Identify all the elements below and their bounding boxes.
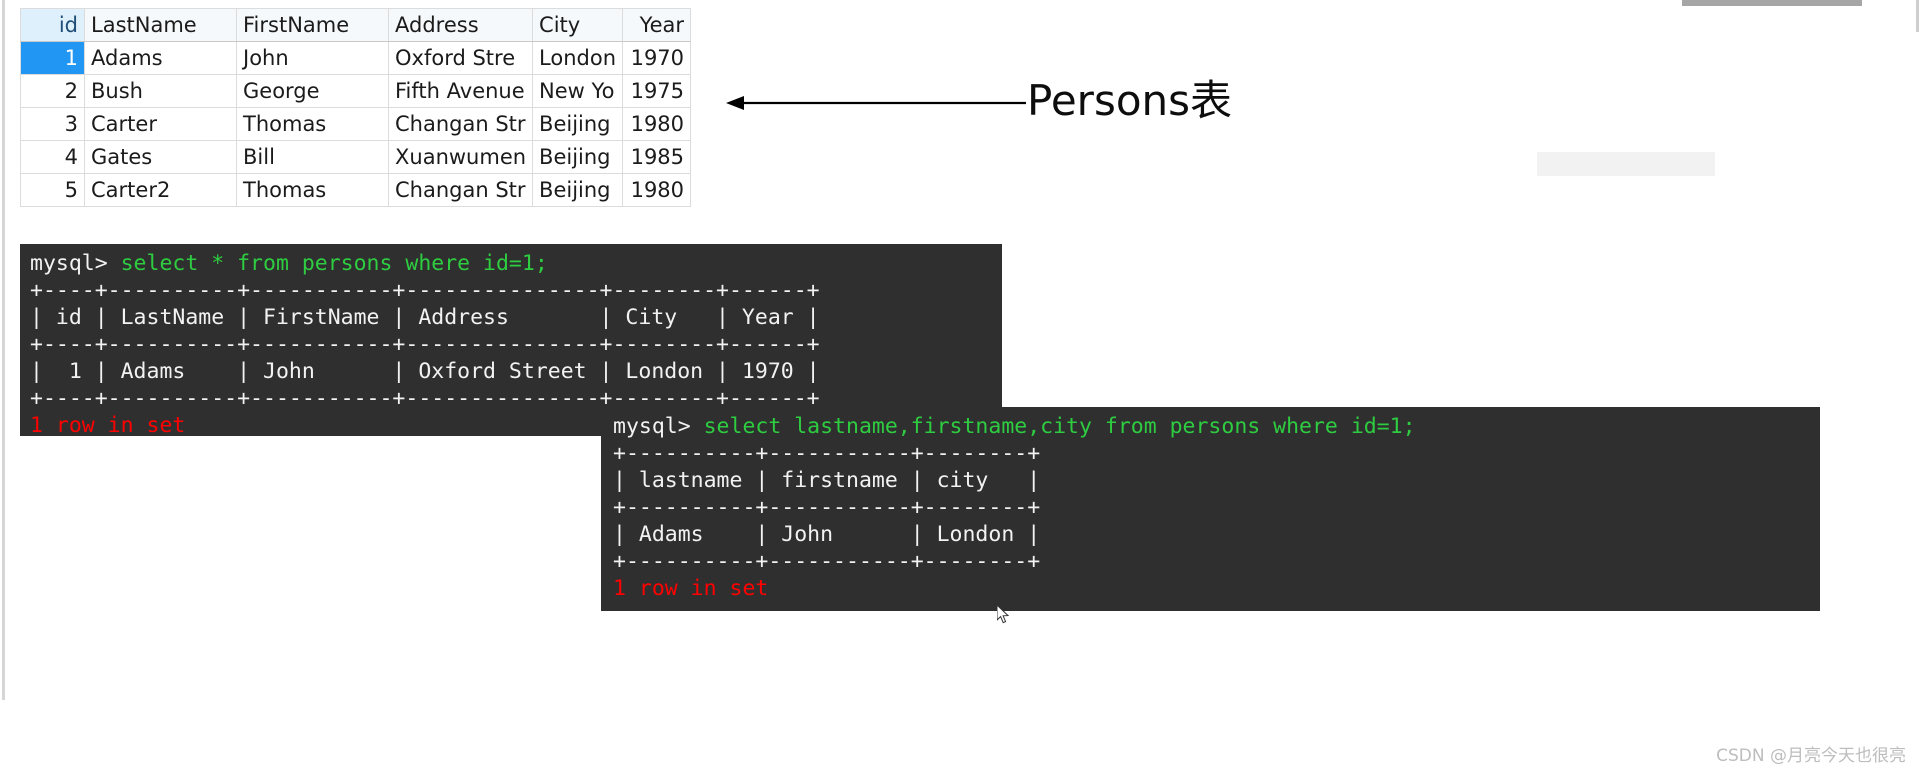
persons-table-header-row: id LastName FirstName Address City Year	[20, 8, 692, 42]
cell-id[interactable]: 5	[20, 173, 85, 207]
column-header-id[interactable]: id	[20, 8, 85, 42]
cell-city[interactable]: New Yo	[532, 74, 624, 108]
csdn-watermark: CSDN @月亮今天也很亮	[1716, 746, 1906, 766]
cell-lastname[interactable]: Bush	[84, 74, 237, 108]
cell-year[interactable]: 1970	[622, 41, 692, 75]
cell-address[interactable]: Changan Str	[387, 173, 534, 207]
terminal-one-border-top: +----+----------+-----------+-----------…	[30, 278, 820, 303]
cell-firstname[interactable]: Bill	[236, 140, 389, 174]
terminal-one-command: select * from persons where id=1;	[120, 251, 548, 276]
cell-firstname[interactable]: George	[236, 74, 389, 108]
column-header-firstname[interactable]: FirstName	[236, 8, 389, 42]
terminal-two-data-row: | Adams | John | London |	[613, 522, 1041, 547]
cell-address[interactable]: Xuanwumen	[387, 140, 534, 174]
cell-year[interactable]: 1980	[622, 173, 692, 207]
cell-city[interactable]: Beijing	[532, 140, 624, 174]
cell-address[interactable]: Changan Str	[387, 107, 534, 141]
terminal-one-status: 1 row in set	[30, 413, 186, 438]
persons-table-head: id LastName FirstName Address City Year	[20, 8, 692, 42]
cell-year[interactable]: 1980	[622, 107, 692, 141]
cell-city[interactable]: Beijing	[532, 173, 624, 207]
cell-address[interactable]: Fifth Avenue	[387, 74, 534, 108]
column-header-lastname[interactable]: LastName	[84, 8, 237, 42]
top-right-grey-bar	[1682, 0, 1862, 6]
table-row[interactable]: 4 Gates Bill Xuanwumen Beijing 1985	[20, 140, 692, 174]
column-header-address[interactable]: Address	[387, 8, 534, 42]
terminal-two-prompt: mysql>	[613, 414, 704, 439]
table-row[interactable]: 2 Bush George Fifth Avenue New Yo 1975	[20, 74, 692, 108]
annotation-label: Persons表	[1027, 76, 1233, 125]
terminal-two-status: 1 row in set	[613, 576, 769, 601]
mouse-cursor-icon	[996, 603, 1011, 625]
terminal-one-prompt: mysql>	[30, 251, 121, 276]
persons-table[interactable]: id LastName FirstName Address City Year …	[20, 8, 692, 207]
terminal-two-border-top: +----------+-----------+--------+	[613, 441, 1041, 466]
cell-year[interactable]: 1975	[622, 74, 692, 108]
column-header-year[interactable]: Year	[622, 8, 692, 42]
cell-lastname[interactable]: Carter2	[84, 173, 237, 207]
persons-table-body: 1 Adams John Oxford Stre London 1970 2 B…	[20, 41, 692, 207]
table-row[interactable]: 5 Carter2 Thomas Changan Str Beijing 198…	[20, 173, 692, 207]
cell-id[interactable]: 3	[20, 107, 85, 141]
cell-lastname[interactable]: Adams	[84, 41, 237, 75]
terminal-two-border-mid: +----------+-----------+--------+	[613, 495, 1041, 520]
cell-firstname[interactable]: Thomas	[236, 173, 389, 207]
cell-firstname[interactable]: John	[236, 41, 389, 75]
mid-right-grey-box	[1537, 152, 1715, 176]
cell-id[interactable]: 1	[20, 41, 85, 75]
annotation-arrow	[726, 90, 1026, 116]
cell-lastname[interactable]: Carter	[84, 107, 237, 141]
cell-id[interactable]: 2	[20, 74, 85, 108]
cell-year[interactable]: 1985	[622, 140, 692, 174]
column-header-city[interactable]: City	[532, 8, 624, 42]
terminal-one-header-row: | id | LastName | FirstName | Address | …	[30, 305, 820, 330]
terminal-two-command: select lastname,firstname,city from pers…	[703, 414, 1416, 439]
cell-city[interactable]: Beijing	[532, 107, 624, 141]
left-arrow-icon	[726, 96, 1026, 110]
table-row[interactable]: 1 Adams John Oxford Stre London 1970	[20, 41, 692, 75]
right-edge-grey-strip	[1916, 0, 1919, 32]
terminal-two-border-bottom: +----------+-----------+--------+	[613, 549, 1041, 574]
terminal-one-data-row: | 1 | Adams | John | Oxford Street | Lon…	[30, 359, 820, 384]
table-row[interactable]: 3 Carter Thomas Changan Str Beijing 1980	[20, 107, 692, 141]
cell-id[interactable]: 4	[20, 140, 85, 174]
terminal-one-border-mid: +----+----------+-----------+-----------…	[30, 332, 820, 357]
terminal-two-header-row: | lastname | firstname | city |	[613, 468, 1041, 493]
terminal-output-select-columns[interactable]: mysql> select lastname,firstname,city fr…	[601, 407, 1820, 611]
left-vertical-rule	[2, 0, 5, 700]
cell-address[interactable]: Oxford Stre	[387, 41, 534, 75]
cell-city[interactable]: London	[532, 41, 624, 75]
cell-firstname[interactable]: Thomas	[236, 107, 389, 141]
cell-lastname[interactable]: Gates	[84, 140, 237, 174]
